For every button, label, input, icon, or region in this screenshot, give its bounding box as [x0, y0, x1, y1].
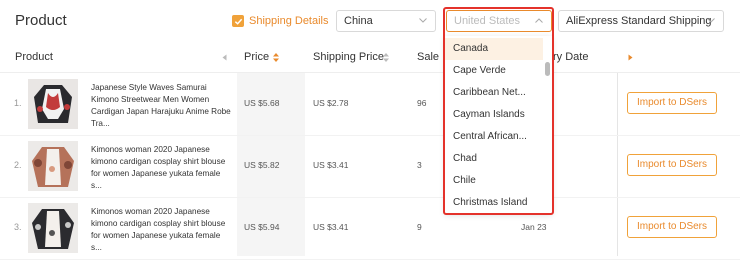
- sale-number: 3: [417, 160, 422, 170]
- import-to-dsers-button[interactable]: Import to DSers: [627, 216, 717, 238]
- table-row: 3. Kimonos woman 2020 Japanese kimono ca…: [0, 197, 740, 260]
- chevron-down-icon: [707, 18, 715, 23]
- product-thumbnail[interactable]: [28, 203, 78, 253]
- row-index: 1.: [14, 98, 22, 108]
- dropdown-option-christmas-island[interactable]: Christmas Island: [445, 192, 543, 214]
- import-to-dsers-button[interactable]: Import to DSers: [627, 154, 717, 176]
- sale-number: 9: [417, 222, 422, 232]
- caret-right-icon[interactable]: [628, 54, 633, 61]
- product-name[interactable]: Kimonos woman 2020 Japanese kimono cardi…: [91, 144, 231, 192]
- shipping-price: US $2.78: [313, 98, 349, 108]
- col-header-price[interactable]: Price: [244, 51, 269, 63]
- col-header-delivery-date[interactable]: ry Date: [553, 51, 588, 63]
- check-icon: [234, 18, 242, 25]
- dropdown-option-central-african-republic[interactable]: Central African...: [445, 126, 543, 148]
- product-price: US $5.94: [244, 222, 280, 232]
- shipping-price: US $3.41: [313, 160, 349, 170]
- page-title: Product: [15, 12, 67, 29]
- ship-from-value: China: [344, 15, 373, 27]
- product-thumbnail[interactable]: [28, 79, 78, 129]
- dropdown-scrollbar-thumb[interactable]: [545, 62, 550, 76]
- dropdown-option-cayman-islands[interactable]: Cayman Islands: [445, 104, 543, 126]
- import-to-dsers-button[interactable]: Import to DSers: [627, 92, 717, 114]
- table-row: 1. Japanese Style Waves Samurai Kimono S…: [0, 73, 740, 136]
- chevron-down-icon: [419, 18, 427, 23]
- product-name[interactable]: Kimonos woman 2020 Japanese kimono cardi…: [91, 206, 231, 254]
- table-row: 2. Kimonos woman 2020 Japanese kimono ca…: [0, 135, 740, 198]
- col-header-shipping-price[interactable]: Shipping Price: [313, 51, 384, 63]
- sort-icon[interactable]: [273, 53, 279, 62]
- dropdown-option-cape-verde[interactable]: Cape Verde: [445, 60, 543, 82]
- caret-left-icon[interactable]: [222, 54, 227, 61]
- product-price: US $5.68: [244, 98, 280, 108]
- product-thumbnail[interactable]: [28, 141, 78, 191]
- product-price: US $5.82: [244, 160, 280, 170]
- delivery-date: Jan 23: [521, 222, 547, 232]
- row-index: 2.: [14, 160, 22, 170]
- sale-number: 96: [417, 98, 427, 108]
- country-dropdown-list[interactable]: Canada Cape Verde Caribbean Net... Cayma…: [445, 36, 552, 213]
- sort-icon[interactable]: [383, 53, 389, 62]
- product-name[interactable]: Japanese Style Waves Samurai Kimono Stre…: [91, 82, 231, 130]
- shipping-details-label[interactable]: Shipping Details: [249, 15, 329, 27]
- row-index: 3.: [14, 222, 22, 232]
- col-header-product: Product: [15, 51, 53, 63]
- shipping-method-select[interactable]: AliExpress Standard Shipping: [558, 10, 724, 32]
- shipping-method-value: AliExpress Standard Shipping: [566, 15, 712, 27]
- table-header: Product Price Shipping Price Sale N ry D…: [0, 42, 740, 73]
- shipping-price: US $3.41: [313, 222, 349, 232]
- dropdown-option-caribbean-netherlands[interactable]: Caribbean Net...: [445, 82, 543, 104]
- ship-to-select[interactable]: United States: [446, 10, 552, 32]
- dropdown-option-canada[interactable]: Canada: [445, 38, 543, 60]
- ship-from-select[interactable]: China: [336, 10, 436, 32]
- chevron-up-icon: [535, 18, 543, 23]
- top-bar: Product Shipping Details China United St…: [0, 0, 740, 42]
- shipping-details-checkbox[interactable]: [232, 15, 244, 27]
- ship-to-placeholder: United States: [454, 15, 521, 27]
- dropdown-option-chile[interactable]: Chile: [445, 170, 543, 192]
- dropdown-option-chad[interactable]: Chad: [445, 148, 543, 170]
